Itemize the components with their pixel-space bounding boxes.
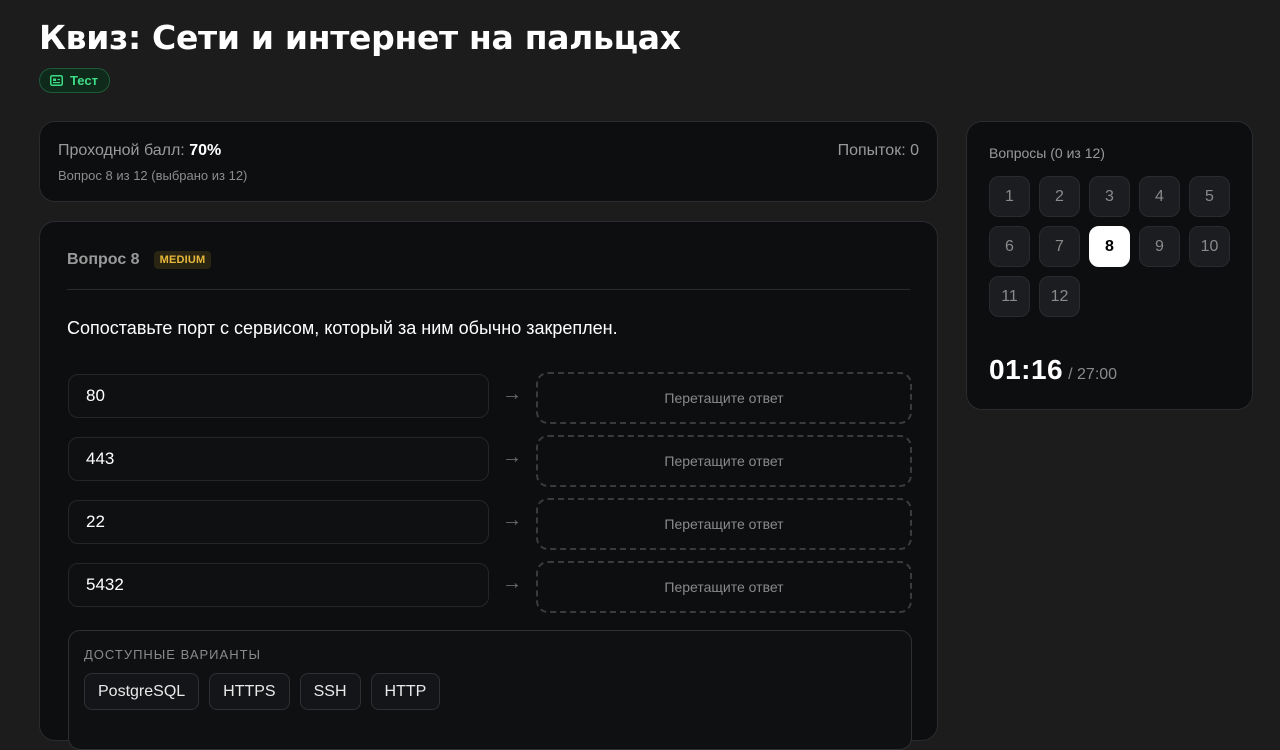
match-row: 5432 → Перетащите ответ [68, 561, 912, 613]
match-row: 80 → Перетащите ответ [68, 372, 912, 424]
question-nav-button-6[interactable]: 6 [989, 226, 1030, 267]
question-header: Вопрос 8 MEDIUM [67, 251, 212, 269]
timer: 01:16 / 27:00 [989, 354, 1117, 386]
passing-score: Проходной балл: 70% [58, 142, 221, 160]
passing-score-value: 70% [189, 142, 222, 159]
match-left-item: 5432 [68, 563, 489, 607]
page-title: Квиз: Сети и интернет на пальцах [39, 18, 681, 57]
question-nav-button-4[interactable]: 4 [1139, 176, 1180, 217]
quiz-type-label: Тест [70, 73, 98, 88]
option-chip[interactable]: PostgreSQL [84, 673, 200, 710]
question-nav-button-9[interactable]: 9 [1139, 226, 1180, 267]
question-progress: Вопрос 8 из 12 (выбрано из 12) [58, 168, 248, 183]
question-divider [67, 289, 910, 290]
quiz-card-icon [50, 75, 63, 86]
option-chip-list: PostgreSQL HTTPS SSH HTTP [84, 673, 441, 710]
option-chip[interactable]: HTTPS [209, 673, 290, 710]
answer-drop-zone[interactable]: Перетащите ответ [536, 498, 912, 550]
available-options: ДОСТУПНЫЕ ВАРИАНТЫ PostgreSQL HTTPS SSH … [68, 630, 912, 750]
question-nav-button-10[interactable]: 10 [1189, 226, 1230, 267]
quiz-type-badge: Тест [39, 68, 110, 93]
match-row: 443 → Перетащите ответ [68, 435, 912, 487]
question-card: Вопрос 8 MEDIUM Сопоставьте порт с серви… [39, 221, 938, 750]
timer-elapsed: 01:16 [989, 354, 1064, 385]
score-card: Проходной балл: 70% Вопрос 8 из 12 (выбр… [39, 121, 938, 202]
question-nav-button-12[interactable]: 12 [1039, 276, 1080, 317]
question-nav-button-2[interactable]: 2 [1039, 176, 1080, 217]
question-nav-button-11[interactable]: 11 [989, 276, 1030, 317]
passing-score-label: Проходной балл: [58, 142, 185, 159]
match-left-item: 443 [68, 437, 489, 481]
question-nav-button-1[interactable]: 1 [989, 176, 1030, 217]
answer-drop-zone[interactable]: Перетащите ответ [536, 435, 912, 487]
question-text: Сопоставьте порт с сервисом, который за … [67, 318, 618, 338]
arrow-right-icon: → [502, 383, 522, 405]
arrow-right-icon: → [502, 446, 522, 468]
difficulty-badge: MEDIUM [153, 251, 212, 269]
available-options-title: ДОСТУПНЫЕ ВАРИАНТЫ [84, 647, 262, 662]
question-nav-button-7[interactable]: 7 [1039, 226, 1080, 267]
match-left-item: 80 [68, 374, 489, 418]
timer-total: / 27:00 [1068, 366, 1118, 383]
option-chip[interactable]: HTTP [370, 673, 441, 710]
question-navigator: Вопросы (0 из 12) 1 2 3 4 5 6 7 8 9 10 11 12 01:16 … [966, 121, 1253, 410]
match-left-item: 22 [68, 500, 489, 544]
navigator-title: Вопросы (0 из 12) [989, 145, 1105, 161]
attempts-count: Попыток: 0 [837, 142, 919, 159]
answer-drop-zone[interactable]: Перетащите ответ [536, 372, 912, 424]
arrow-right-icon: → [502, 509, 522, 531]
question-nav-button-3[interactable]: 3 [1089, 176, 1130, 217]
answer-drop-zone[interactable]: Перетащите ответ [536, 561, 912, 613]
question-number: Вопрос 8 [67, 251, 140, 268]
question-nav-button-5[interactable]: 5 [1189, 176, 1230, 217]
match-row: 22 → Перетащите ответ [68, 498, 912, 550]
option-chip[interactable]: SSH [299, 673, 361, 710]
question-grid: 1 2 3 4 5 6 7 8 9 10 11 12 [989, 176, 1231, 317]
question-nav-button-8[interactable]: 8 [1089, 226, 1130, 267]
arrow-right-icon: → [502, 572, 522, 594]
